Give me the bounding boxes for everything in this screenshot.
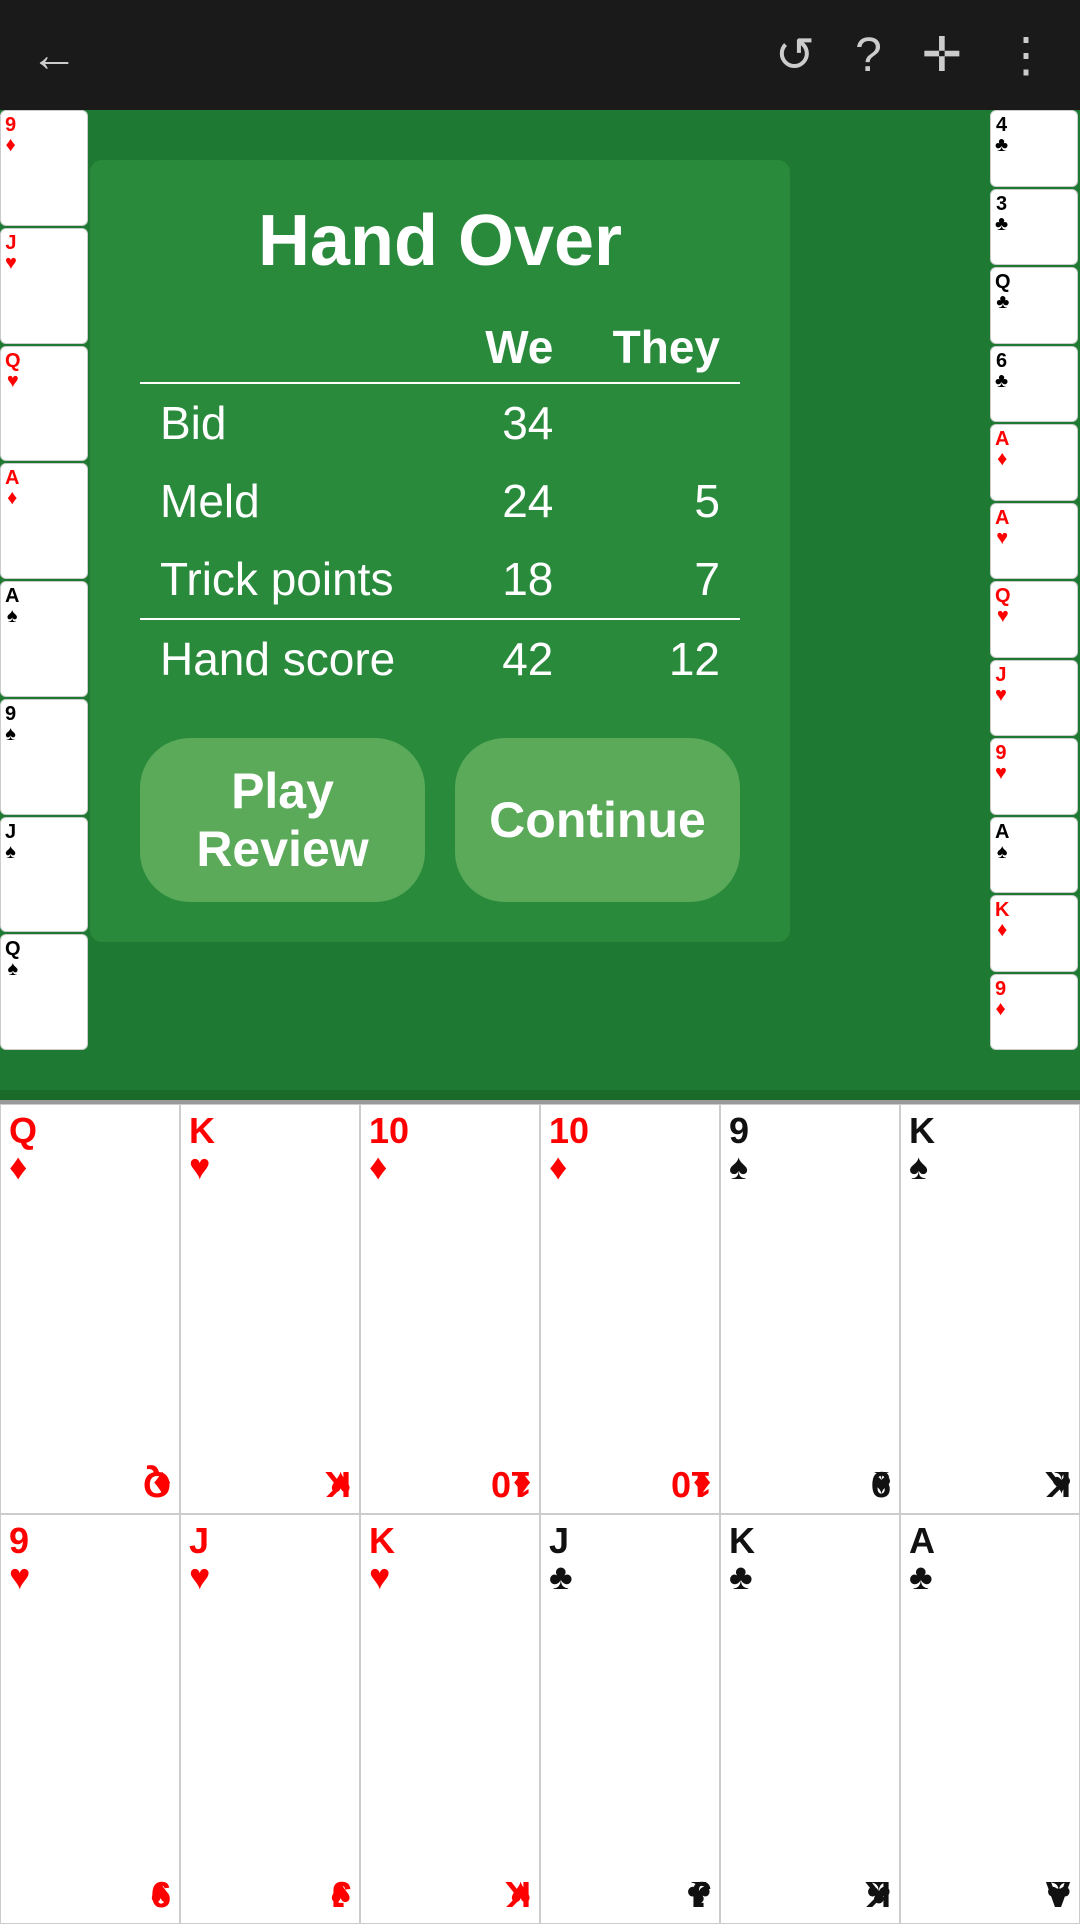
hand-over-title: Hand Over — [140, 200, 740, 282]
left-cards: 9♦J♥Q♥A♦A♠9♠J♠Q♠ — [0, 110, 90, 1050]
play-area: 9♦J♥Q♥A♦A♠9♠J♠Q♠ 4♣3♣Q♣6♣A♦A♥Q♥J♥9♥A♠K♦9… — [0, 110, 1080, 1090]
left-card: 9♦ — [0, 110, 88, 226]
more-icon[interactable]: ⋮ — [1002, 27, 1050, 83]
col-label — [140, 312, 451, 383]
col-we: We — [451, 312, 573, 383]
row-we: 34 — [451, 383, 573, 462]
row-they: 7 — [573, 540, 740, 619]
add-icon[interactable]: ✛ — [922, 27, 962, 83]
row-we: 24 — [451, 462, 573, 540]
right-card: Q♥ — [990, 581, 1078, 658]
back-icon[interactable]: ← — [30, 28, 78, 83]
right-card: Q♣ — [990, 267, 1078, 344]
hand-over-dialog: Hand Over We They Bid 34 Meld 24 5 Trick… — [90, 160, 790, 942]
continue-button[interactable]: Continue — [455, 738, 740, 902]
left-card: Q♠ — [0, 934, 88, 1050]
row-label: Trick points — [140, 540, 451, 619]
play-review-button[interactable]: Play Review — [140, 738, 425, 902]
row-they: 5 — [573, 462, 740, 540]
table-row: Hand score 42 12 — [140, 619, 740, 698]
right-card: K♦ — [990, 895, 1078, 972]
bottom-card: Q ♦ Q ♦ — [0, 1104, 180, 1514]
bottom-card: J ♥ J ♥ — [180, 1514, 360, 1924]
bottom-card: K ♥ K ♥ — [180, 1104, 360, 1514]
bottom-card: K ♥ K ♥ — [360, 1514, 540, 1924]
right-cards: 4♣3♣Q♣6♣A♦A♥Q♥J♥9♥A♠K♦9♦ — [990, 110, 1080, 1050]
row-they — [573, 383, 740, 462]
row-we: 18 — [451, 540, 573, 619]
left-card: J♥ — [0, 228, 88, 344]
right-card: J♥ — [990, 660, 1078, 737]
left-card: A♠ — [0, 581, 88, 697]
left-card: A♦ — [0, 463, 88, 579]
help-icon[interactable]: ? — [855, 28, 882, 83]
bottom-card: 10 ♦ 10 ♦ — [360, 1104, 540, 1514]
right-card: 4♣ — [990, 110, 1078, 187]
action-buttons: Play Review Continue — [140, 738, 740, 902]
bottom-card: 9 ♥ 9 ♥ — [0, 1514, 180, 1924]
right-card: A♥ — [990, 503, 1078, 580]
bottom-card: K ♣ K ♣ — [720, 1514, 900, 1924]
right-card: A♦ — [990, 424, 1078, 501]
row-we: 42 — [451, 619, 573, 698]
left-card: 9♠ — [0, 699, 88, 815]
bottom-card: 10 ♦ 10 ♦ — [540, 1104, 720, 1514]
row-label: Bid — [140, 383, 451, 462]
bottom-cards-grid: Q ♦ Q ♦ K ♥ K ♥ 10 ♦ 10 ♦ 10 ♦ 10 ♦ 9 ♠ … — [0, 1104, 1080, 1920]
table-row: Meld 24 5 — [140, 462, 740, 540]
bottom-cards-area: Q ♦ Q ♦ K ♥ K ♥ 10 ♦ 10 ♦ 10 ♦ 10 ♦ 9 ♠ … — [0, 1100, 1080, 1920]
left-card: J♠ — [0, 817, 88, 933]
table-row: Trick points 18 7 — [140, 540, 740, 619]
row-label: Hand score — [140, 619, 451, 698]
right-card: A♠ — [990, 817, 1078, 894]
row-label: Meld — [140, 462, 451, 540]
undo-icon[interactable]: ↺ — [775, 27, 815, 83]
right-card: 9♥ — [990, 738, 1078, 815]
left-card: Q♥ — [0, 346, 88, 462]
bottom-card: K ♠ K ♠ — [900, 1104, 1080, 1514]
hand-over-table: We They Bid 34 Meld 24 5 Trick points 18… — [140, 312, 740, 698]
top-bar: ← ↺ ? ✛ ⋮ — [0, 0, 1080, 110]
row-they: 12 — [573, 619, 740, 698]
bottom-card: A ♣ A ♣ — [900, 1514, 1080, 1924]
table-row: Bid 34 — [140, 383, 740, 462]
bottom-card: J ♣ J ♣ — [540, 1514, 720, 1924]
right-card: 6♣ — [990, 346, 1078, 423]
right-card: 3♣ — [990, 189, 1078, 266]
bottom-card: 9 ♠ 9 ♠ — [720, 1104, 900, 1514]
right-card: 9♦ — [990, 974, 1078, 1051]
col-they: They — [573, 312, 740, 383]
